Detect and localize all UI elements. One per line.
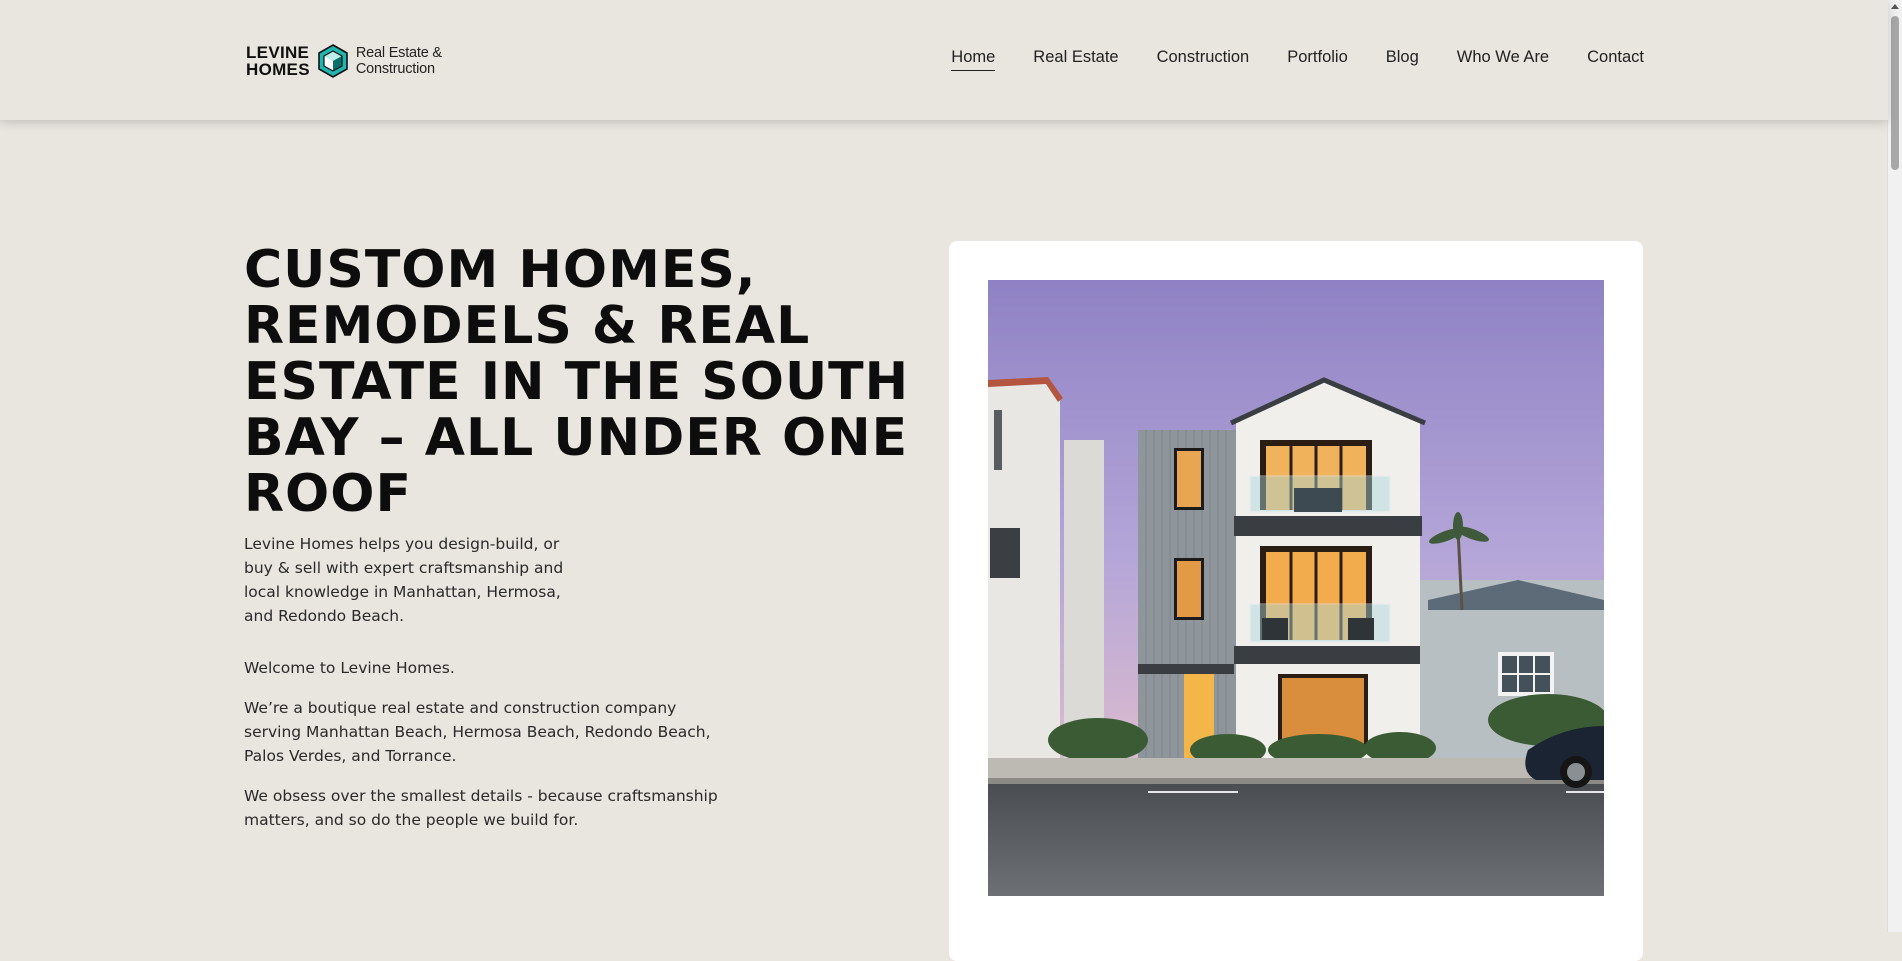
- nav-portfolio[interactable]: Portfolio: [1287, 48, 1348, 71]
- hexagon-cube-icon: [318, 44, 348, 78]
- scrollbar-thumb[interactable]: [1891, 16, 1899, 170]
- logo-tag-line2: Construction: [355, 61, 435, 77]
- logo-tag-line1: Real Estate &: [355, 45, 442, 61]
- nav-construction[interactable]: Construction: [1157, 48, 1250, 71]
- nav-contact[interactable]: Contact: [1587, 48, 1644, 71]
- nav-who-we-are[interactable]: Who We Are: [1457, 48, 1549, 71]
- nav-blog[interactable]: Blog: [1386, 48, 1419, 71]
- hero-intro: Levine Homes helps you design-build, or …: [244, 535, 564, 625]
- hero-image-card: [949, 241, 1643, 961]
- house-photo-illustration: [988, 280, 1604, 896]
- nav-real-estate[interactable]: Real Estate: [1033, 48, 1118, 71]
- page-scrollbar[interactable]: [1887, 0, 1902, 932]
- about-text: We’re a boutique real estate and constru…: [244, 699, 711, 765]
- nav-home[interactable]: Home: [951, 48, 996, 71]
- logo-line1: LEVINE: [246, 43, 310, 62]
- logo-tagline: Real Estate & Construction: [356, 45, 442, 77]
- craftsmanship-text: We obsess over the smallest details - be…: [244, 787, 718, 829]
- welcome-text: Welcome to Levine Homes.: [244, 659, 455, 677]
- site-header: LEVINE HOMES Real Estate & Construction …: [0, 0, 1888, 120]
- scroll-up-arrow-icon[interactable]: [1888, 0, 1902, 14]
- logo-wordmark: LEVINE HOMES: [246, 44, 310, 78]
- logo-line2: HOMES: [246, 60, 310, 79]
- house-photo: [988, 280, 1604, 896]
- main-nav: Home Real Estate Construction Portfolio …: [951, 48, 1644, 71]
- hero-title: CUSTOM HOMES, REMODELS & REAL ESTATE IN …: [244, 240, 910, 524]
- logo[interactable]: LEVINE HOMES Real Estate & Construction: [246, 42, 442, 80]
